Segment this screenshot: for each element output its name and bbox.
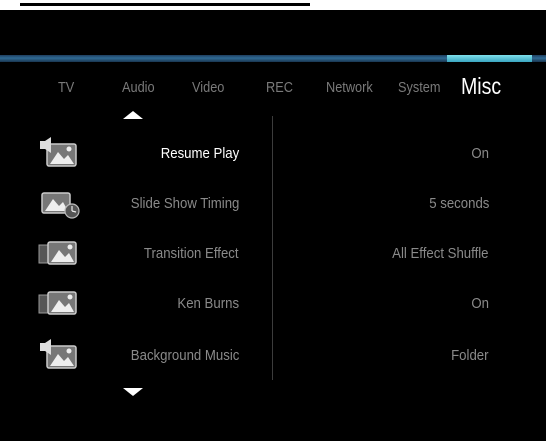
scroll-up-icon[interactable] xyxy=(123,111,143,119)
setting-label: Ken Burns xyxy=(177,295,239,312)
setting-value[interactable]: Folder xyxy=(452,347,489,364)
setting-label: Background Music xyxy=(130,347,239,364)
photo-transition-icon xyxy=(38,241,77,265)
scroll-down-icon[interactable] xyxy=(123,388,143,396)
speaker-photo-icon xyxy=(40,339,77,369)
tab-network[interactable]: Network xyxy=(326,79,373,96)
setting-label: Slide Show Timing xyxy=(130,195,239,212)
tab-rec[interactable]: REC xyxy=(266,79,293,96)
tab-bar-highlight-line xyxy=(0,55,546,62)
setting-label: Transition Effect xyxy=(144,245,239,262)
settings-screen: TV Audio Video REC Network System Misc R… xyxy=(0,0,546,441)
setting-row-resume-play[interactable]: Resume Play On xyxy=(0,128,546,178)
setting-label: Resume Play xyxy=(160,145,239,162)
active-tab-indicator xyxy=(447,55,532,62)
settings-tabs: TV Audio Video REC Network System Misc xyxy=(0,62,546,117)
tab-video[interactable]: Video xyxy=(192,79,224,96)
photo-clock-icon xyxy=(41,192,80,219)
setting-value[interactable]: On xyxy=(471,295,489,312)
top-band-artifact xyxy=(20,3,310,6)
tab-misc[interactable]: Misc xyxy=(461,73,501,100)
tab-tv[interactable]: TV xyxy=(58,79,74,96)
setting-row-slide-show-timing[interactable]: Slide Show Timing 5 seconds xyxy=(0,178,546,228)
setting-row-transition-effect[interactable]: Transition Effect All Effect Shuffle xyxy=(0,228,546,278)
top-band xyxy=(0,0,546,10)
setting-row-ken-burns[interactable]: Ken Burns On xyxy=(0,278,546,328)
tab-system[interactable]: System xyxy=(398,79,441,96)
tab-audio[interactable]: Audio xyxy=(122,79,155,96)
speaker-photo-icon xyxy=(40,137,77,167)
setting-row-background-music[interactable]: Background Music Folder xyxy=(0,330,546,380)
photo-transition-icon xyxy=(38,291,77,315)
setting-value[interactable]: On xyxy=(471,145,489,162)
setting-value[interactable]: All Effect Shuffle xyxy=(393,245,489,262)
setting-value[interactable]: 5 seconds xyxy=(429,195,489,212)
